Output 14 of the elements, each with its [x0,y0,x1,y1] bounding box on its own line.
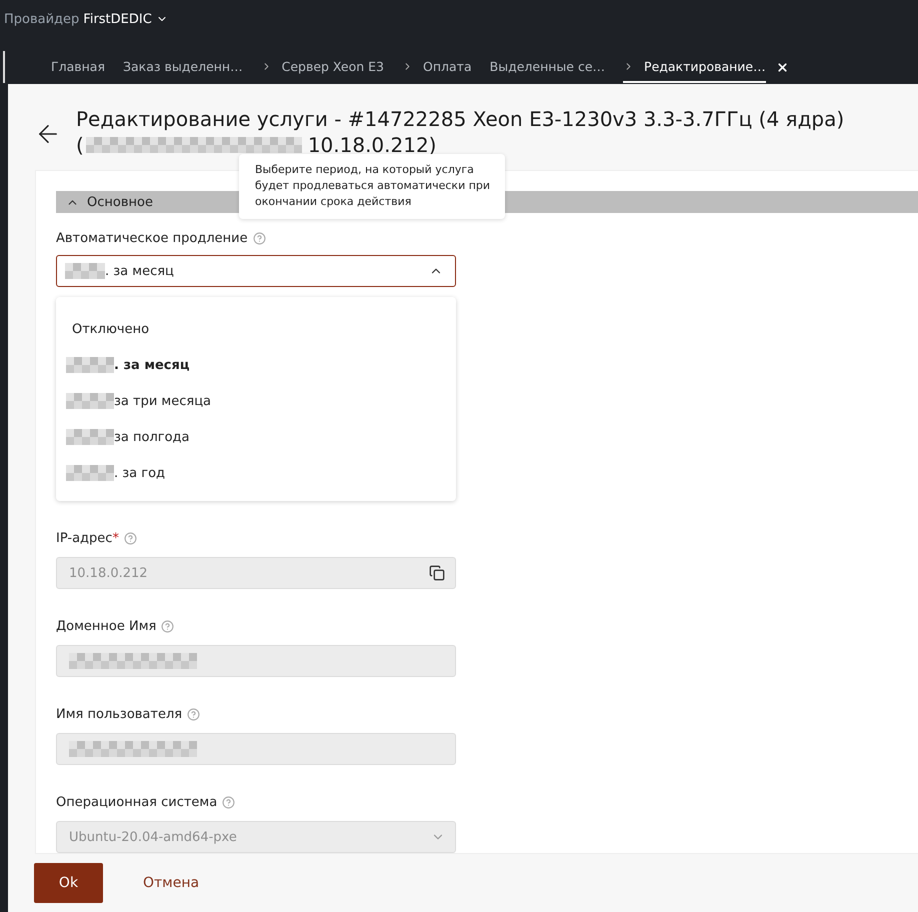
section-title: Основное [87,194,153,210]
select-value: . за месяц [105,264,174,279]
field-label: Автоматическое продление [56,230,248,246]
provider-label: Провайдер [4,12,80,26]
help-tooltip: Выберите период, на который услуга будет продлеваться автоматически при окончании срока действия [239,154,505,219]
field-label: Имя пользователя [56,706,182,722]
field-value: Ubuntu-20.04-amd64-pxe [69,830,237,845]
required-mark: * [112,530,119,546]
field-value: 10.18.0.212 [69,566,148,581]
field-label: Операционная система [56,794,218,810]
title-paren: ( [76,132,84,158]
field-label: IP-адрес [56,530,112,546]
field-label: Доменное Имя [56,618,156,634]
page-title: Редактирование услуги - #14722285 Xeon E3-1230v3 3.3-3.7ГГц (4 ядра) [76,106,844,132]
